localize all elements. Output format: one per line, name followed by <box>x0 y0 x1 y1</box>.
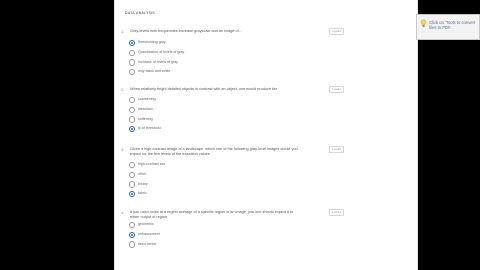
option-label: distortion <box>138 106 153 111</box>
question-text: If you used noise at a region average of… <box>130 210 294 220</box>
option-label: Quantization of levels of gray <box>138 49 185 54</box>
answer-option[interactable]: Quantization of levels of gray <box>129 49 249 56</box>
radio-icon[interactable] <box>129 106 136 113</box>
option-label: softening <box>138 116 153 121</box>
option-label: geometric <box>138 222 154 227</box>
answer-option[interactable]: enhancement <box>129 231 249 238</box>
answer-option[interactable]: coarsening <box>129 97 249 104</box>
option-label: thresholding gray <box>138 40 166 45</box>
quiz-page: DATA ANALYSIS 1. Gray-levels with frequen… <box>114 0 418 270</box>
section-label: DATA ANALYSIS <box>125 11 155 15</box>
answer-option[interactable]: high-contrast bar <box>129 162 249 169</box>
answer-option[interactable]: geometric <box>129 222 249 229</box>
question-text: Given a high contrast image of a landsca… <box>130 147 298 157</box>
question-text: When relatively bright detailed objects … <box>130 87 278 91</box>
answer-option[interactable]: softening <box>129 116 249 123</box>
question-number: 3. <box>121 147 125 152</box>
points-badge: 1 point <box>329 209 344 216</box>
option-label: other <box>138 171 147 176</box>
answer-option[interactable]: Increase of levels of gray <box>129 59 249 66</box>
question-number: 4. <box>121 210 125 215</box>
radio-selected-icon[interactable] <box>129 40 136 47</box>
answer-option[interactable]: binary <box>129 181 249 188</box>
option-label: binary <box>138 181 148 186</box>
video-frame: DATA ANALYSIS 1. Gray-levels with frequen… <box>0 0 480 270</box>
points-badge: 1 point <box>329 28 344 35</box>
answer-option[interactable]: distortion <box>129 106 249 113</box>
answer-option[interactable]: ip of threshold <box>129 125 249 133</box>
radio-selected-icon[interactable] <box>129 231 136 238</box>
question-number: 1. <box>121 29 125 34</box>
radio-icon[interactable] <box>129 116 136 123</box>
answer-option[interactable]: fabric <box>129 190 249 198</box>
answer-option[interactable]: only black and white <box>129 68 249 76</box>
radio-icon[interactable] <box>129 181 136 188</box>
lightbulb-icon <box>420 19 427 28</box>
answer-option[interactable]: other <box>129 171 249 178</box>
option-label: enhancement <box>138 231 160 236</box>
convert-pdf-tip[interactable]: Click on 'Tools to convert files to PDF. <box>416 14 480 40</box>
option-label: only black and white <box>138 69 171 74</box>
option-label: high-contrast bar <box>138 162 165 167</box>
radio-icon[interactable] <box>129 97 136 104</box>
answer-option[interactable]: thresholding gray <box>129 40 249 47</box>
radio-icon[interactable] <box>129 162 136 169</box>
question-number: 2. <box>121 87 125 92</box>
radio-icon[interactable] <box>129 222 136 229</box>
answer-option[interactable]: fixed center <box>129 241 249 248</box>
radio-icon[interactable] <box>129 241 136 248</box>
radio-selected-icon[interactable] <box>129 190 136 198</box>
points-badge: 1 point <box>329 86 344 93</box>
question-text: Gray-levels with frequencies increase gr… <box>130 29 242 33</box>
radio-icon[interactable] <box>129 59 136 66</box>
points-badge: 1 point <box>329 146 344 153</box>
radio-icon[interactable] <box>129 171 136 178</box>
option-label: Increase of levels of gray <box>138 59 178 64</box>
option-label: ip of threshold <box>138 126 161 131</box>
option-label: coarsening <box>138 97 156 102</box>
option-label: fabric <box>138 191 147 196</box>
option-label: fixed center <box>138 241 157 246</box>
tip-text: Click on 'Tools to convert files to PDF. <box>429 20 476 31</box>
radio-selected-icon[interactable] <box>129 125 136 133</box>
radio-icon[interactable] <box>129 68 136 76</box>
radio-icon[interactable] <box>129 49 136 56</box>
